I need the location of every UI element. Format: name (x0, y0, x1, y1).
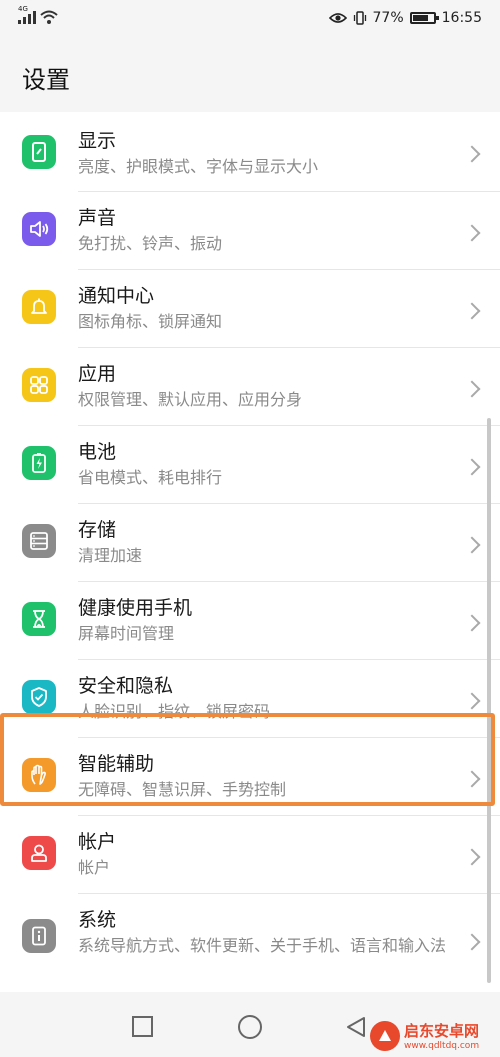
settings-item-subtitle: 省电模式、耗电排行 (78, 468, 223, 487)
info-icon (22, 919, 56, 953)
settings-item-sound[interactable]: 声音免打扰、铃声、振动 (0, 192, 500, 270)
watermark-logo-icon (370, 1020, 400, 1051)
settings-item-title: 帐户 (78, 831, 117, 853)
apps-grid-icon (22, 368, 56, 402)
page-title: 设置 (22, 66, 70, 94)
status-bar: 4G 77% 16:55 (0, 0, 500, 44)
chevron-right-icon (463, 302, 481, 320)
settings-item-subtitle: 权限管理、默认应用、应用分身 (78, 390, 303, 409)
watermark-line2: www.qdltdq.com (404, 1041, 480, 1051)
chevron-right-icon (463, 933, 481, 951)
settings-item-title: 声音 (78, 207, 117, 229)
battery-icon (22, 446, 56, 480)
settings-item-title: 通知中心 (78, 285, 155, 307)
shield-check-icon (22, 680, 56, 714)
settings-item-title: 显示 (78, 130, 117, 152)
settings-item-subtitle: 亮度、护眼模式、字体与显示大小 (78, 157, 319, 176)
vibrate-icon (353, 11, 366, 25)
network-type: 4G (18, 5, 28, 13)
chevron-right-icon (463, 145, 481, 163)
highlight-box (0, 713, 495, 806)
settings-item-apps[interactable]: 应用权限管理、默认应用、应用分身 (0, 348, 500, 426)
storage-icon (22, 524, 56, 558)
cellular-signal-icon: 4G (18, 5, 36, 24)
chevron-right-icon (463, 380, 481, 398)
recent-apps-button[interactable] (132, 1016, 153, 1037)
settings-item-subtitle: 系统导航方式、软件更新、关于手机、语言和输入法 (78, 936, 447, 955)
settings-item-system[interactable]: 系统系统导航方式、软件更新、关于手机、语言和输入法 (0, 894, 500, 992)
hourglass-icon (22, 602, 56, 636)
watermark-line1: 启东安卓网 (404, 1022, 480, 1040)
display-icon (22, 135, 56, 169)
eye-comfort-icon (328, 13, 347, 23)
settings-list: 显示亮度、护眼模式、字体与显示大小 声音免打扰、铃声、振动 通知中心图标角标、锁屏通… (0, 112, 500, 992)
status-right: 77% 16:55 (328, 10, 482, 26)
settings-item-title: 应用 (78, 363, 117, 385)
settings-item-subtitle: 图标角标、锁屏通知 (78, 312, 223, 331)
chevron-right-icon (463, 536, 481, 554)
settings-item-storage[interactable]: 存储 清理加速 (0, 504, 500, 582)
settings-item-title: 健康使用手机 (78, 597, 193, 619)
settings-item-title: 系统 (78, 909, 117, 931)
signal-group: 4G (18, 5, 58, 24)
watermark-text: 启东安卓网 www.qdltdq.com (404, 1020, 479, 1051)
settings-item-battery[interactable]: 电池省电模式、耗电排行 (0, 426, 500, 504)
back-button[interactable] (345, 1016, 367, 1038)
settings-item-digital-balance[interactable]: 健康使用手机 屏幕时间管理 (0, 582, 500, 660)
settings-item-display[interactable]: 显示亮度、护眼模式、字体与显示大小 (0, 112, 500, 192)
bell-icon (22, 290, 56, 324)
user-icon (22, 836, 56, 870)
settings-item-notifications[interactable]: 通知中心图标角标、锁屏通知 (0, 270, 500, 348)
chevron-right-icon (463, 692, 481, 710)
speaker-icon (22, 212, 56, 246)
home-button[interactable] (238, 1015, 262, 1039)
battery-percent: 77% (372, 10, 404, 26)
scrollbar[interactable] (487, 418, 491, 983)
chevron-right-icon (463, 458, 481, 476)
clock: 16:55 (441, 10, 482, 26)
settings-item-title: 安全和隐私 (78, 675, 174, 697)
watermark: 启东安卓网 www.qdltdq.com (370, 1020, 479, 1051)
chevron-right-icon (463, 224, 481, 242)
settings-item-title: 存储 (78, 519, 117, 541)
wifi-icon (40, 10, 58, 24)
settings-item-subtitle: 免打扰、铃声、振动 (78, 234, 223, 253)
battery-fill (412, 15, 428, 21)
settings-item-subtitle: 屏幕时间管理 (78, 624, 175, 643)
settings-item-subtitle: 帐户 (78, 858, 111, 877)
chevron-right-icon (463, 848, 481, 866)
battery-icon (409, 12, 439, 24)
settings-item-title: 电池 (78, 441, 117, 463)
chevron-right-icon (463, 614, 481, 632)
settings-item-subtitle: 清理加速 (78, 546, 143, 565)
settings-item-accounts[interactable]: 帐户 帐户 (0, 816, 500, 894)
